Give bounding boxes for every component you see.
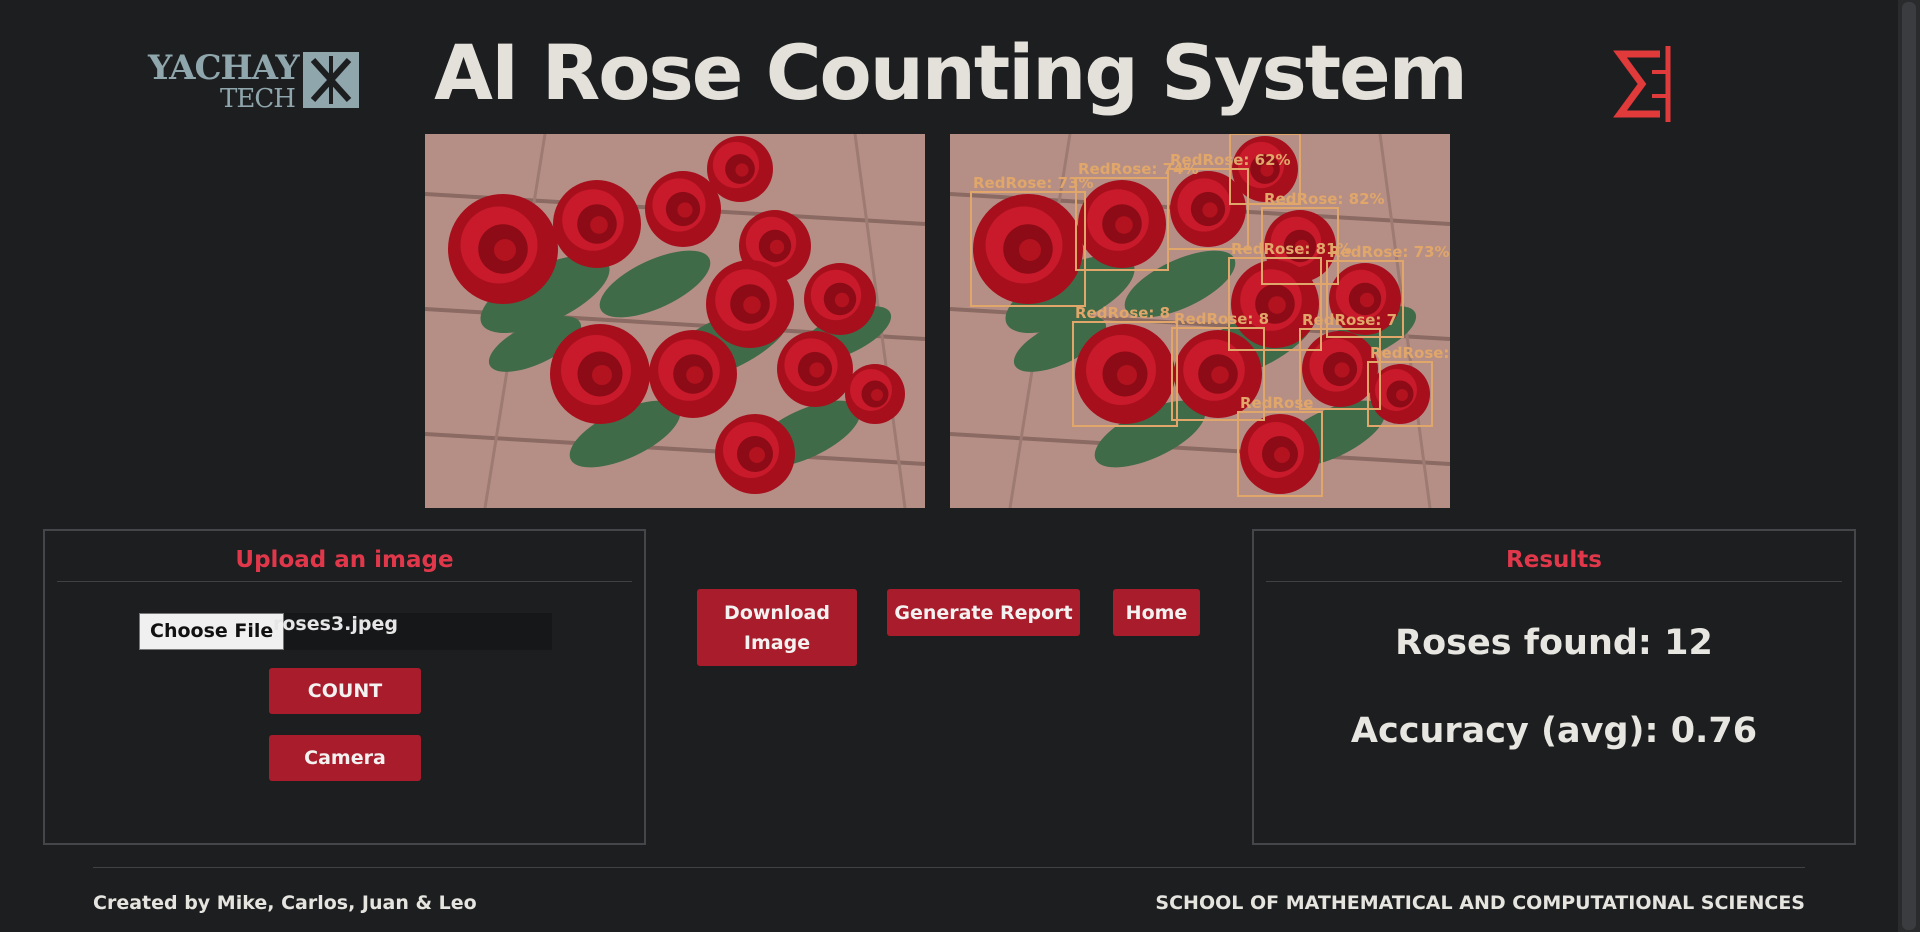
home-button[interactable]: Home bbox=[1113, 589, 1200, 636]
generate-report-button[interactable]: Generate Report bbox=[887, 589, 1080, 636]
choose-file-button[interactable]: Choose File bbox=[139, 613, 285, 650]
detection-label: RedRose bbox=[1240, 394, 1313, 412]
selected-file-name: roses3.jpeg bbox=[273, 613, 398, 635]
detection-result-image: RedRose: 73% RedRose: 74% RedRose: 62% RedR… bbox=[950, 134, 1450, 508]
detection-label: RedRose: 7 bbox=[1302, 311, 1397, 329]
upload-heading: Upload an image bbox=[57, 547, 632, 582]
scrollbar-thumb[interactable] bbox=[1902, 2, 1916, 930]
page: YACHAY TECH AI Rose Counting System RedR… bbox=[0, 0, 1920, 932]
results-panel: Results Roses found: 12 Accuracy (avg): … bbox=[1252, 529, 1856, 845]
download-label: Download Image bbox=[724, 601, 830, 654]
footer-divider bbox=[93, 867, 1805, 868]
roses-found-count: Roses found: 12 bbox=[1395, 623, 1713, 663]
detection-label: RedRose: 82% bbox=[1264, 190, 1385, 208]
download-image-button[interactable]: Download Image bbox=[697, 589, 857, 666]
accuracy-average: Accuracy (avg): 0.76 bbox=[1350, 711, 1758, 751]
page-scrollbar[interactable] bbox=[1898, 0, 1920, 932]
footer-school: SCHOOL OF MATHEMATICAL AND COMPUTATIONAL… bbox=[1155, 892, 1805, 914]
camera-button[interactable]: Camera bbox=[269, 735, 421, 781]
original-rose-image bbox=[425, 134, 925, 508]
detection-label: RedRose: 8 bbox=[1075, 304, 1170, 322]
footer-credits: Created by Mike, Carlos, Juan & Leo bbox=[93, 892, 477, 914]
upload-panel: Upload an image Choose File roses3.jpeg … bbox=[43, 529, 646, 845]
results-heading: Results bbox=[1266, 547, 1842, 582]
detection-label: RedRose: 73% bbox=[1329, 243, 1450, 261]
detection-label: RedRose: bbox=[1370, 344, 1449, 362]
file-input[interactable]: Choose File roses3.jpeg bbox=[139, 613, 552, 650]
school-logo-icon bbox=[1612, 44, 1676, 124]
count-button[interactable]: COUNT bbox=[269, 668, 421, 714]
detection-label: RedRose: 8 bbox=[1174, 310, 1269, 328]
